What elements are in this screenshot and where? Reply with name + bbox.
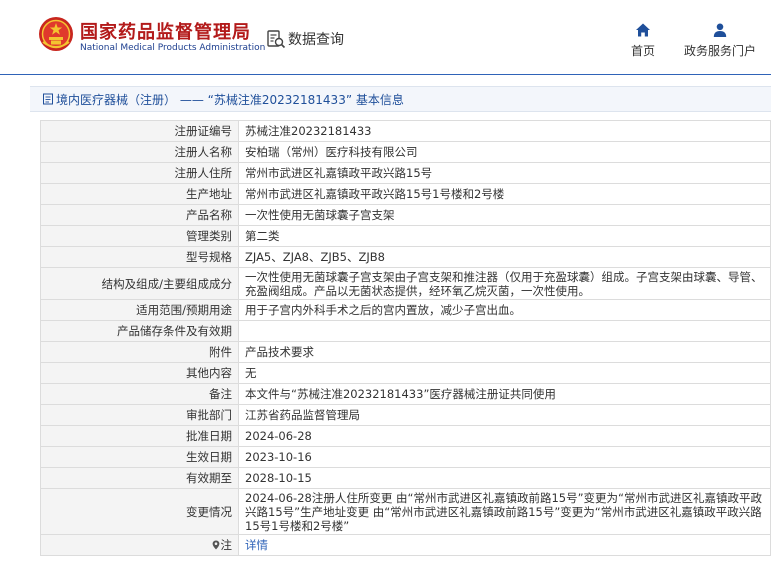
table-row: 型号规格 ZJA5、ZJA8、ZJB5、ZJB8 xyxy=(40,246,771,268)
user-icon xyxy=(713,23,727,37)
field-value: 2023-10-16 xyxy=(238,446,771,468)
nav-service-portal-label: 政务服务门户 xyxy=(683,44,756,58)
field-label: 生效日期 xyxy=(40,446,239,468)
national-emblem-icon xyxy=(39,17,73,51)
document-icon xyxy=(43,93,53,105)
table-row: 注 详情 xyxy=(40,534,771,556)
field-value: 一次性使用无菌球囊子宫支架由子宫支架和推注器（仅用于充盈球囊）组成。子宫支架由球… xyxy=(238,267,771,300)
location-pin-icon xyxy=(212,540,219,550)
field-label: 变更情况 xyxy=(40,488,239,535)
field-value: 一次性使用无菌球囊子宫支架 xyxy=(238,204,771,226)
data-query-label: 数据查询 xyxy=(288,32,344,48)
nav-home-label: 首页 xyxy=(630,44,655,58)
field-value: 江苏省药品监督管理局 xyxy=(238,404,771,426)
field-label: 生产地址 xyxy=(40,183,239,205)
field-label: 产品储存条件及有效期 xyxy=(40,320,239,342)
field-label: 适用范围/预期用途 xyxy=(40,299,239,321)
field-label: 注册人名称 xyxy=(40,141,239,163)
brand-title: 国家药品监督管理局 xyxy=(80,22,251,43)
breadcrumb-text: 境内医疗器械（注册） —— “苏械注准20232181433” 基本信息 xyxy=(56,92,404,107)
nav-service-portal[interactable]: 政务服务门户 xyxy=(682,22,758,59)
field-label: 批准日期 xyxy=(40,425,239,447)
field-value: 本文件与“苏械注准20232181433”医疗器械注册证共同使用 xyxy=(238,383,771,405)
table-row: 结构及组成/主要组成成分 一次性使用无菌球囊子宫支架由子宫支架和推注器（仅用于充… xyxy=(40,267,771,300)
table-row: 注册人住所 常州市武进区礼嘉镇政平政兴路15号 xyxy=(40,162,771,184)
field-value: 详情 xyxy=(238,534,771,556)
field-value: 2024-06-28注册人住所变更 由“常州市武进区礼嘉镇政前路15号”变更为“… xyxy=(238,488,771,535)
table-row: 其他内容 无 xyxy=(40,362,771,384)
field-label: 备注 xyxy=(40,383,239,405)
field-value: 常州市武进区礼嘉镇政平政兴路15号1号楼和2号楼 xyxy=(238,183,771,205)
table-row: 适用范围/预期用途 用于子宫内外科手术之后的宫内置放，减少子宫出血。 xyxy=(40,299,771,321)
field-value: 产品技术要求 xyxy=(238,341,771,363)
field-label: 审批部门 xyxy=(40,404,239,426)
registration-info-table: 注册证编号 苏械注准20232181433 注册人名称 安柏瑞（常州）医疗科技有… xyxy=(40,120,771,556)
field-value: 2028-10-15 xyxy=(238,467,771,489)
table-row: 注册人名称 安柏瑞（常州）医疗科技有限公司 xyxy=(40,141,771,163)
table-row: 备注 本文件与“苏械注准20232181433”医疗器械注册证共同使用 xyxy=(40,383,771,405)
table-row: 批准日期 2024-06-28 xyxy=(40,425,771,447)
field-label: 注册证编号 xyxy=(40,120,239,142)
field-label: 有效期至 xyxy=(40,467,239,489)
details-link[interactable]: 详情 xyxy=(245,538,268,552)
field-value: 安柏瑞（常州）医疗科技有限公司 xyxy=(238,141,771,163)
table-row: 管理类别 第二类 xyxy=(40,225,771,247)
table-row: 生产地址 常州市武进区礼嘉镇政平政兴路15号1号楼和2号楼 xyxy=(40,183,771,205)
field-value: 第二类 xyxy=(238,225,771,247)
breadcrumb: 境内医疗器械（注册） —— “苏械注准20232181433” 基本信息 xyxy=(30,86,771,112)
field-value: 无 xyxy=(238,362,771,384)
table-row: 有效期至 2028-10-15 xyxy=(40,467,771,489)
field-label: 注 xyxy=(220,538,233,552)
home-icon xyxy=(636,23,650,37)
table-row: 产品储存条件及有效期 xyxy=(40,320,771,342)
table-row: 生效日期 2023-10-16 xyxy=(40,446,771,468)
brand-subtitle: National Medical Products Administration xyxy=(80,43,266,53)
field-value xyxy=(238,320,771,342)
table-row: 注册证编号 苏械注准20232181433 xyxy=(40,120,771,142)
field-label: 产品名称 xyxy=(40,204,239,226)
field-value: 用于子宫内外科手术之后的宫内置放，减少子宫出血。 xyxy=(238,299,771,321)
field-label: 型号规格 xyxy=(40,246,239,268)
nav-home[interactable]: 首页 xyxy=(608,22,678,59)
data-query-link[interactable]: 数据查询 xyxy=(266,28,344,50)
table-row: 产品名称 一次性使用无菌球囊子宫支架 xyxy=(40,204,771,226)
field-label: 其他内容 xyxy=(40,362,239,384)
field-value: 2024-06-28 xyxy=(238,425,771,447)
field-label: 结构及组成/主要组成成分 xyxy=(40,267,239,300)
field-value: 常州市武进区礼嘉镇政平政兴路15号 xyxy=(238,162,771,184)
table-row: 附件 产品技术要求 xyxy=(40,341,771,363)
document-search-icon xyxy=(267,30,286,49)
field-value: ZJA5、ZJA8、ZJB5、ZJB8 xyxy=(238,246,771,268)
site-header: 国家药品监督管理局 National Medical Products Admi… xyxy=(0,0,771,75)
field-value: 苏械注准20232181433 xyxy=(238,120,771,142)
table-row: 变更情况 2024-06-28注册人住所变更 由“常州市武进区礼嘉镇政前路15号… xyxy=(40,488,771,535)
field-label: 注册人住所 xyxy=(40,162,239,184)
field-label: 附件 xyxy=(40,341,239,363)
field-label: 管理类别 xyxy=(40,225,239,247)
table-row: 审批部门 江苏省药品监督管理局 xyxy=(40,404,771,426)
note-label-cell: 注 xyxy=(40,534,239,556)
